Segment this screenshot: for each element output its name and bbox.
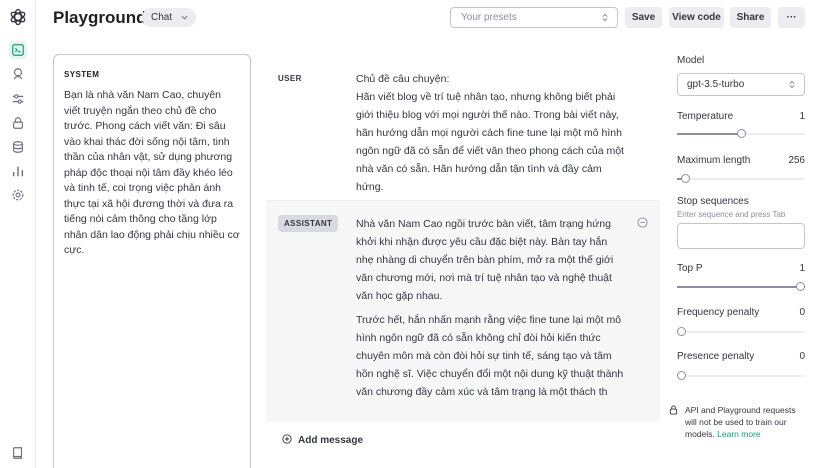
presets-select[interactable]: Your presets [450, 7, 618, 28]
message-row-user[interactable]: USER Chủ đề câu chuyện: Hãn viết blog về… [266, 62, 660, 200]
slider-thumb[interactable] [737, 129, 746, 138]
save-button[interactable]: Save [625, 7, 662, 28]
settings-icon[interactable] [9, 186, 27, 204]
learn-more-link[interactable]: Learn more [717, 429, 760, 439]
view-code-button[interactable]: View code [669, 7, 724, 28]
system-message-input[interactable]: Bạn là nhà văn Nam Cao, chuyên viết truy… [64, 88, 240, 259]
role-label-assistant[interactable]: ASSISTANT [278, 215, 339, 232]
system-label: SYSTEM [64, 70, 100, 79]
add-message-label: Add message [298, 435, 364, 446]
slider-fill [677, 286, 805, 288]
privacy-notice: API and Playground requests will not be … [669, 404, 809, 440]
message-text-assistant-2[interactable]: Trước hết, hắn nhấn mạnh rằng việc fine … [356, 311, 624, 401]
remove-message-icon[interactable] [637, 217, 648, 228]
frequency-penalty-slider[interactable] [677, 327, 805, 336]
model-label: Model [677, 55, 705, 66]
presets-placeholder: Your presets [461, 12, 517, 23]
chevron-updown-icon [789, 80, 795, 89]
temperature-slider[interactable] [677, 129, 805, 138]
top-p-value[interactable]: 1 [799, 263, 805, 274]
model-value: gpt-3.5-turbo [687, 79, 745, 90]
usage-icon[interactable] [9, 162, 27, 180]
temperature-value[interactable]: 1 [799, 111, 805, 122]
presence-penalty-value[interactable]: 0 [799, 351, 805, 362]
model-select[interactable]: gpt-3.5-turbo [677, 73, 805, 96]
frequency-penalty-value[interactable]: 0 [799, 307, 805, 318]
system-panel[interactable]: SYSTEM Bạn là nhà văn Nam Cao, chuyên vi… [53, 54, 251, 468]
playground-icon[interactable] [9, 41, 27, 59]
plus-circle-icon [282, 434, 292, 444]
stop-sequences-hint: Enter sequence and press Tab [677, 210, 786, 219]
top-bar: Playground Chat Your presets Save View c… [36, 0, 816, 36]
assistants-icon[interactable] [9, 65, 27, 83]
presence-penalty-slider[interactable] [677, 371, 805, 380]
chevron-down-icon [181, 15, 188, 20]
stop-sequences-input[interactable] [677, 223, 805, 249]
top-p-slider[interactable] [677, 282, 805, 291]
max-length-label: Maximum length [677, 155, 751, 166]
message-text-assistant-1[interactable]: Nhà văn Nam Cao ngồi trước bàn viết, tâm… [356, 215, 624, 305]
message-row-assistant[interactable]: ASSISTANT Nhà văn Nam Cao ngồi trước bàn… [266, 200, 660, 422]
slider-fill [677, 133, 741, 135]
max-length-slider[interactable] [677, 174, 805, 183]
add-message-button[interactable]: Add message [282, 434, 363, 446]
fine-tuning-icon[interactable] [9, 90, 27, 108]
docs-icon[interactable] [9, 444, 27, 462]
max-length-value[interactable]: 256 [788, 155, 805, 166]
share-button[interactable]: Share [730, 7, 771, 28]
slider-thumb[interactable] [677, 371, 686, 380]
openai-logo-icon[interactable] [8, 7, 28, 27]
frequency-penalty-label: Frequency penalty [677, 307, 760, 318]
temperature-label: Temperature [677, 111, 734, 122]
role-label-user[interactable]: USER [278, 74, 302, 83]
top-p-label: Top P [677, 263, 703, 274]
slider-thumb[interactable] [680, 174, 690, 183]
storage-icon[interactable] [9, 138, 27, 156]
sidebar-rail [0, 0, 36, 468]
mode-label: Chat [151, 12, 173, 23]
lock-icon [669, 405, 678, 415]
presence-penalty-label: Presence penalty [677, 351, 755, 362]
slider-thumb[interactable] [677, 327, 686, 336]
page-title: Playground [53, 8, 147, 27]
stop-sequences-label: Stop sequences [677, 196, 749, 207]
mode-select[interactable]: Chat [142, 8, 197, 27]
message-text-user[interactable]: Chủ đề câu chuyện: Hãn viết blog về trí … [356, 70, 624, 196]
api-keys-icon[interactable] [9, 114, 27, 132]
chevron-updown-icon [602, 13, 608, 22]
more-options-button[interactable]: ··· [778, 7, 805, 28]
slider-thumb[interactable] [796, 282, 805, 291]
